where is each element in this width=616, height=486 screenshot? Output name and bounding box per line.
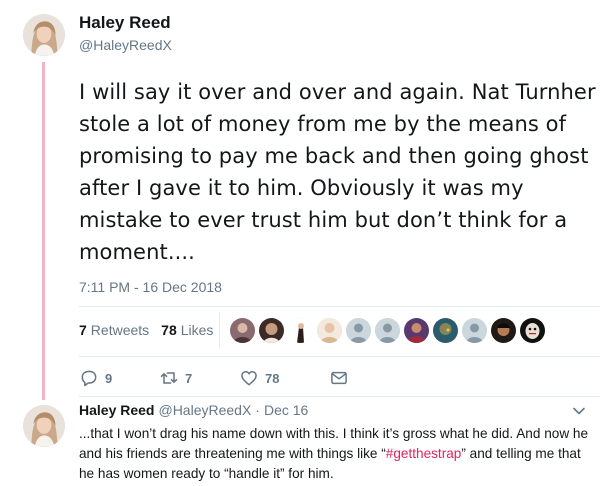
reply-author-handle[interactable]: @HaleyReedX <box>158 402 251 418</box>
likers-avatar-row <box>230 318 549 343</box>
retweet-button[interactable]: 7 <box>159 368 239 388</box>
likes-stat[interactable]: 78 Likes <box>161 322 213 338</box>
liker-default-avatar[interactable] <box>346 318 371 343</box>
liker-avatar[interactable] <box>317 318 342 343</box>
likes-count: 78 <box>161 322 177 338</box>
divider <box>79 306 600 307</box>
divider <box>79 396 600 397</box>
retweets-label: Retweets <box>90 322 150 338</box>
reply-text: ...that I won’t drag his name down with … <box>79 424 589 484</box>
liker-avatar[interactable] <box>259 318 284 343</box>
direct-message-button[interactable] <box>329 368 355 388</box>
thread-connector-line <box>42 62 45 400</box>
tweet-text: I will say it over and over and again. N… <box>79 80 596 264</box>
reply-icon <box>81 370 97 387</box>
heart-icon <box>241 371 257 386</box>
liker-avatar[interactable] <box>230 318 255 343</box>
liker-avatar[interactable] <box>520 318 545 343</box>
reply-date[interactable]: Dec 16 <box>264 402 308 418</box>
likes-label: Likes <box>180 322 214 338</box>
liker-avatar[interactable] <box>404 318 429 343</box>
reply-separator: · <box>255 402 260 418</box>
retweet-count: 7 <box>185 370 193 386</box>
divider <box>79 356 600 357</box>
liker-default-avatar[interactable] <box>462 318 487 343</box>
liker-avatar[interactable] <box>288 318 313 343</box>
author-handle[interactable]: @HaleyReedX <box>79 36 172 54</box>
avatar-photo-icon <box>23 14 65 56</box>
retweets-count: 7 <box>79 322 87 338</box>
engagement-stats: 7 Retweets 78 Likes <box>79 322 225 338</box>
reply-count: 9 <box>105 370 113 386</box>
stats-separator <box>219 312 220 348</box>
like-button[interactable]: 78 <box>239 368 329 388</box>
author-avatar[interactable] <box>23 14 65 56</box>
retweets-stat[interactable]: 7 Retweets <box>79 322 149 338</box>
hashtag-link[interactable]: #getthestrap <box>386 446 462 461</box>
liker-avatar[interactable] <box>491 318 516 343</box>
retweet-icon <box>160 372 178 384</box>
reply-author-avatar[interactable] <box>23 405 65 447</box>
reply-header: Haley Reed @HaleyReedX · Dec 16 <box>79 402 308 418</box>
message-icon <box>331 371 347 385</box>
author-name-block: Haley Reed @HaleyReedX <box>79 12 172 54</box>
liker-avatar[interactable] <box>433 318 458 343</box>
reply-author-name[interactable]: Haley Reed <box>79 402 154 418</box>
reply-button[interactable]: 9 <box>79 368 159 388</box>
like-count: 78 <box>265 370 280 386</box>
author-display-name[interactable]: Haley Reed <box>79 12 172 34</box>
tweet-timestamp[interactable]: 7:11 PM - 16 Dec 2018 <box>79 279 222 295</box>
avatar-photo-icon <box>23 405 65 447</box>
chevron-down-icon[interactable] <box>572 404 586 418</box>
tweet-actions: 9 7 78 <box>79 368 355 388</box>
liker-default-avatar[interactable] <box>375 318 400 343</box>
